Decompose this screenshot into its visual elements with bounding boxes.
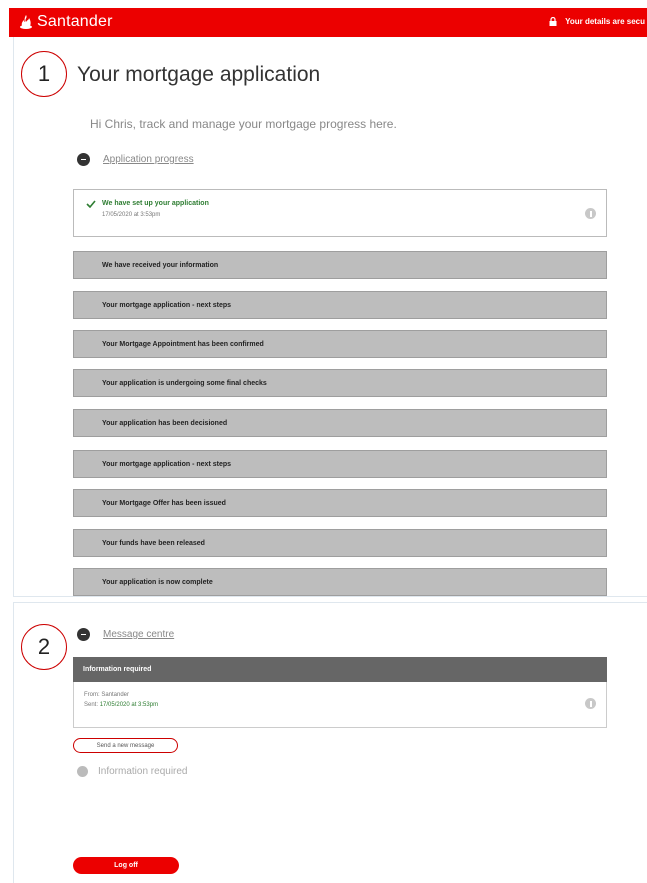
message-centre-link[interactable]: Message centre bbox=[103, 629, 174, 640]
application-progress-link[interactable]: Application progress bbox=[103, 154, 194, 165]
log-off-button[interactable]: Log off bbox=[73, 857, 179, 874]
brand-name: Santander bbox=[37, 13, 113, 30]
page-subtitle: Hi Chris, track and manage your mortgage… bbox=[90, 117, 397, 131]
message-header[interactable]: Information required bbox=[73, 657, 607, 682]
annotation-marker-1: 1 bbox=[21, 51, 67, 97]
collapse-icon[interactable] bbox=[77, 628, 90, 641]
lock-icon bbox=[549, 17, 557, 26]
current-step-date: 17/05/2020 at 3:53pm bbox=[102, 212, 161, 218]
application-progress-header[interactable]: Application progress bbox=[77, 153, 194, 166]
page-title: Your mortgage application bbox=[77, 63, 321, 86]
progress-step-row[interactable]: Your Mortgage Appointment has been confi… bbox=[73, 330, 607, 358]
message-sent-time: 17/05/2020 at 3:53pm bbox=[99, 702, 159, 708]
progress-step-row[interactable]: Your mortgage application - next steps bbox=[73, 291, 607, 319]
santander-logo[interactable]: Santander bbox=[18, 13, 113, 31]
information-required-label: Information required bbox=[98, 766, 188, 777]
message-from: From: Santander bbox=[84, 692, 130, 698]
send-new-message-button[interactable]: Send a new message bbox=[73, 738, 178, 753]
message-centre-header[interactable]: Message centre bbox=[77, 628, 174, 641]
message-sent: Sent: 17/05/2020 at 3:53pm bbox=[84, 702, 158, 708]
current-step-title: We have set up your application bbox=[102, 200, 209, 207]
info-icon[interactable] bbox=[585, 208, 596, 219]
information-required-item[interactable]: Information required bbox=[77, 766, 188, 777]
message-sent-prefix: Sent: bbox=[84, 702, 100, 708]
inactive-dot-icon bbox=[77, 766, 88, 777]
top-header-bar: Santander Your details are secu bbox=[9, 8, 647, 37]
progress-step-row[interactable]: Your application is now complete bbox=[73, 568, 607, 596]
progress-current-step[interactable]: We have set up your application 17/05/20… bbox=[73, 189, 607, 237]
progress-step-row[interactable]: We have received your information bbox=[73, 251, 607, 279]
secure-notice: Your details are secu bbox=[549, 17, 645, 26]
progress-step-row[interactable]: Your Mortgage Offer has been issued bbox=[73, 489, 607, 517]
checkmark-icon bbox=[86, 200, 96, 208]
progress-step-row[interactable]: Your mortgage application - next steps bbox=[73, 450, 607, 478]
info-icon[interactable] bbox=[585, 698, 596, 709]
secure-text: Your details are secu bbox=[565, 17, 645, 26]
flame-icon bbox=[20, 15, 32, 29]
progress-step-row[interactable]: Your funds have been released bbox=[73, 529, 607, 557]
annotation-marker-2: 2 bbox=[21, 624, 67, 670]
progress-step-row[interactable]: Your application has been decisioned bbox=[73, 409, 607, 437]
progress-step-row[interactable]: Your application is undergoing some fina… bbox=[73, 369, 607, 397]
collapse-icon[interactable] bbox=[77, 153, 90, 166]
message-body[interactable]: From: Santander Sent: 17/05/2020 at 3:53… bbox=[73, 682, 607, 728]
